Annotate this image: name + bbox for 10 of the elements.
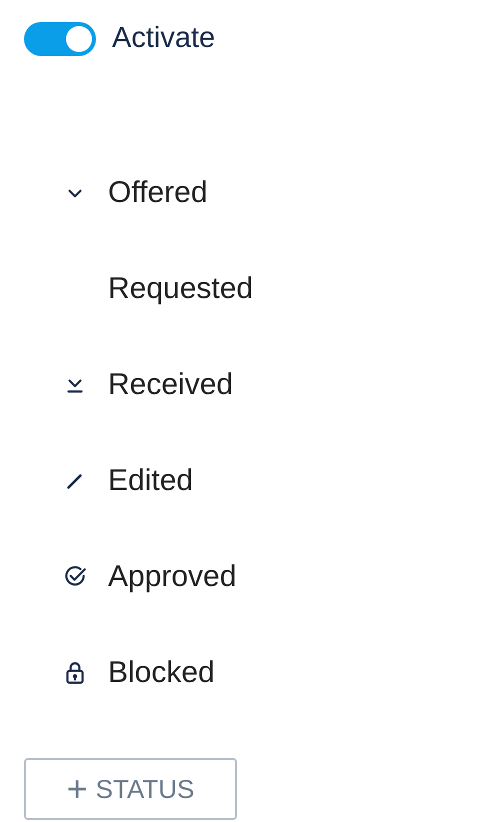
- status-label: Edited: [108, 463, 194, 499]
- toggle-switch[interactable]: [24, 22, 96, 56]
- status-label: Offered: [108, 175, 208, 211]
- status-label: Requested: [108, 271, 254, 307]
- add-status-button[interactable]: + STATUS: [24, 758, 237, 820]
- status-label: Blocked: [108, 655, 215, 691]
- status-label: Approved: [108, 559, 236, 595]
- status-label: Received: [108, 367, 234, 403]
- plus-icon: +: [66, 771, 88, 807]
- toggle-label: Activate: [112, 21, 216, 56]
